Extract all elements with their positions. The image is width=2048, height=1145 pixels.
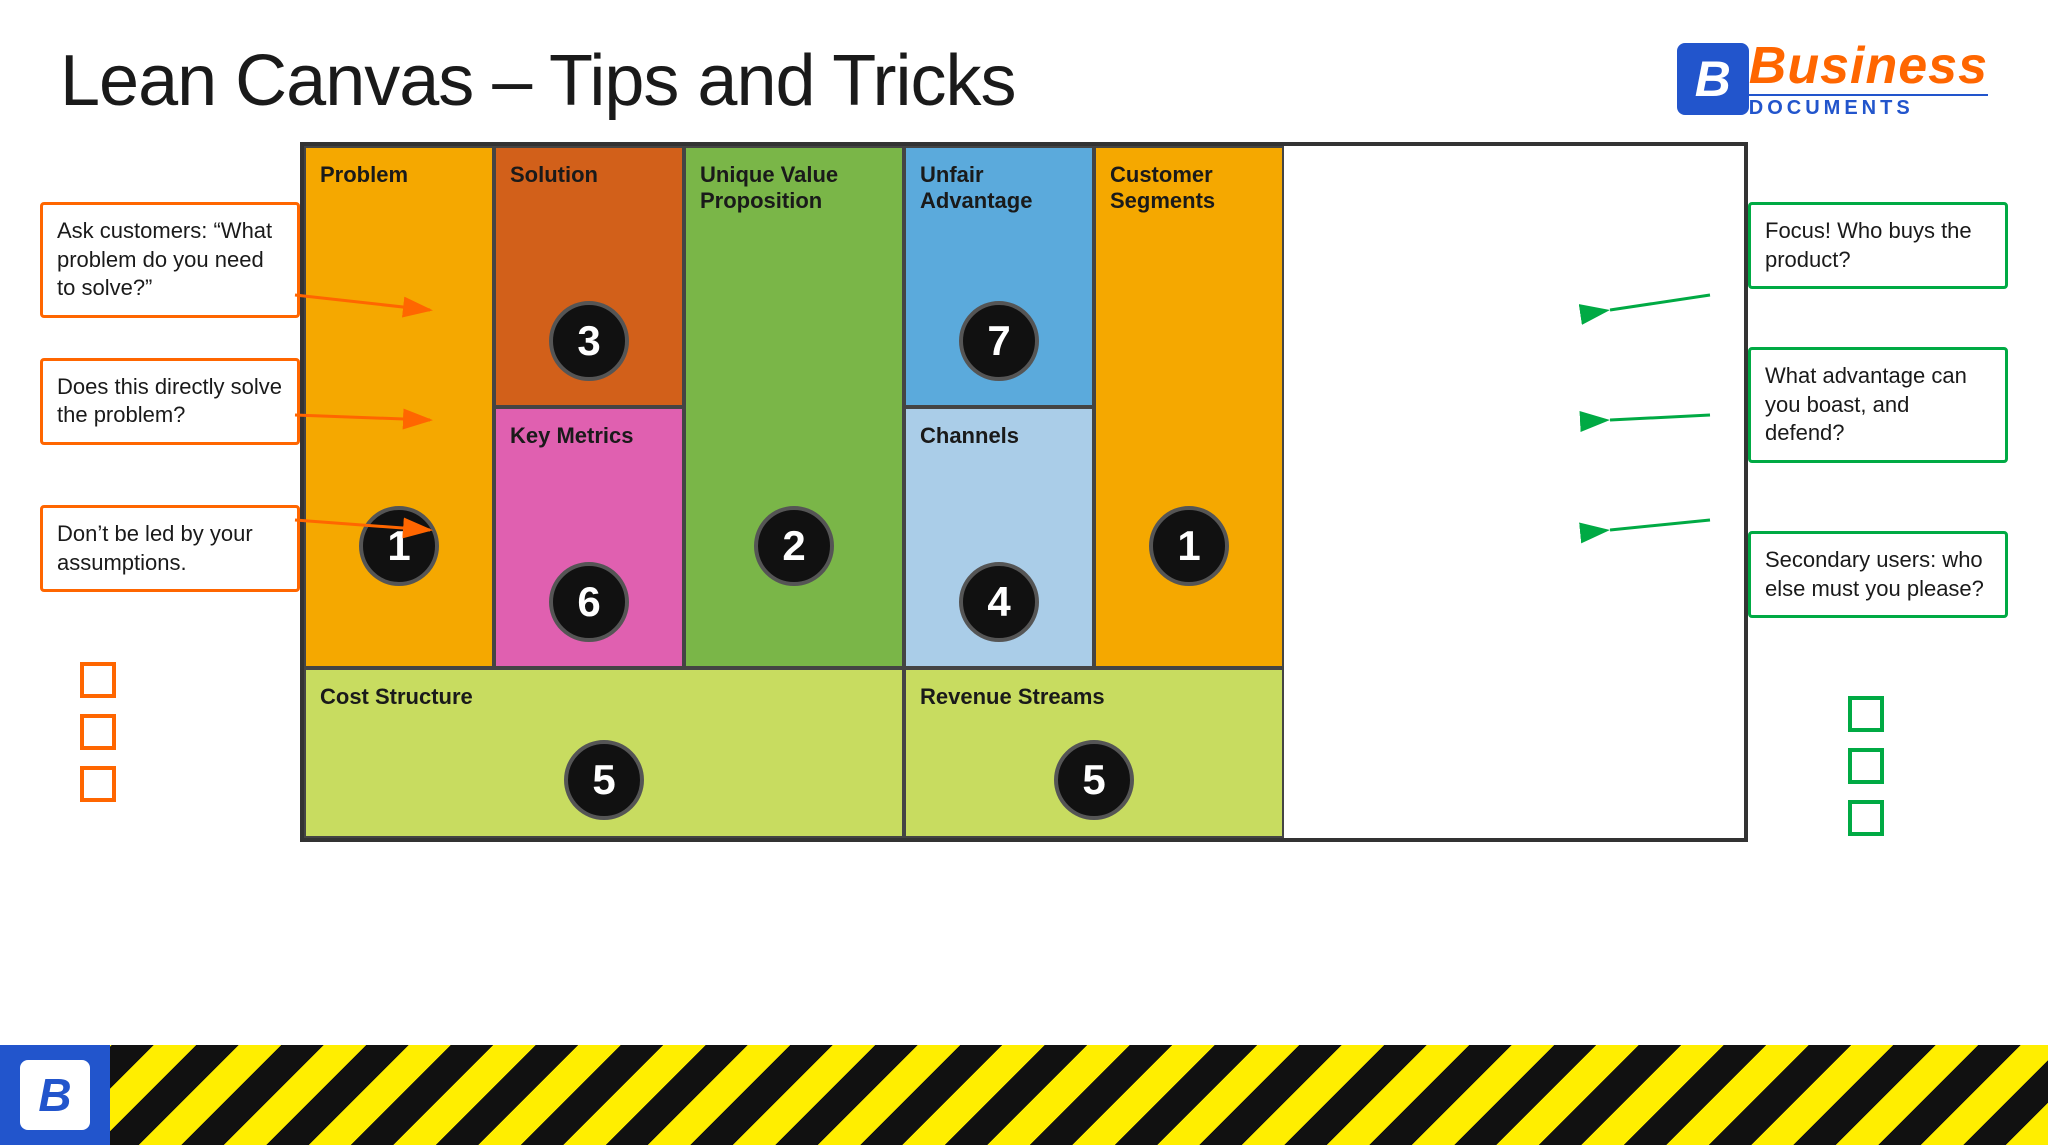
number-revenue: 5 [1054, 740, 1134, 820]
logo: B Business DOCUMENTS [1677, 40, 1988, 118]
checkbox-left-2[interactable] [80, 714, 116, 750]
footer-logo: B [0, 1045, 110, 1145]
number-channels: 4 [959, 562, 1039, 642]
canvas-container: Problem 1 Solution 3 Unique Value Propos… [300, 142, 1748, 842]
annotation-left-3: Don’t be led by your assumptions. [40, 505, 300, 592]
main-content: Ask customers: “What problem do you need… [0, 142, 2048, 842]
cell-unfair: Unfair Advantage 7 [904, 146, 1094, 407]
page-title: Lean Canvas – Tips and Tricks [60, 40, 1016, 122]
logo-b-icon: B [1677, 43, 1749, 115]
footer: B [0, 1045, 2048, 1145]
number-problem: 1 [359, 506, 439, 586]
logo-documents: DOCUMENTS [1749, 94, 1988, 118]
checkbox-left-3[interactable] [80, 766, 116, 802]
checkbox-right-2[interactable] [1848, 748, 1884, 784]
right-annotations: Focus! Who buys the product? What advant… [1748, 142, 2008, 842]
cell-cost: Cost Structure 5 [304, 668, 904, 838]
logo-text: Business DOCUMENTS [1749, 40, 1988, 118]
footer-stripes [110, 1045, 2048, 1145]
left-annotations: Ask customers: “What problem do you need… [40, 142, 300, 842]
header: Lean Canvas – Tips and Tricks B Business… [0, 0, 2048, 142]
canvas-grid: Problem 1 Solution 3 Unique Value Propos… [304, 146, 1744, 838]
annotation-left-2: Does this directly solve the problem? [40, 358, 300, 445]
cell-solution: Solution 3 [494, 146, 684, 407]
annotation-right-1: Focus! Who buys the product? [1748, 202, 2008, 289]
number-solution: 3 [549, 301, 629, 381]
cell-uvp: Unique Value Proposition 2 [684, 146, 904, 668]
number-unfair: 7 [959, 301, 1039, 381]
number-keymetrics: 6 [549, 562, 629, 642]
annotation-left-1: Ask customers: “What problem do you need… [40, 202, 300, 318]
cell-customer: Customer Segments 1 [1094, 146, 1284, 668]
annotation-right-3: Secondary users: who else must you pleas… [1748, 531, 2008, 618]
cell-problem: Problem 1 [304, 146, 494, 668]
cell-channels: Channels 4 [904, 407, 1094, 668]
cell-keymetrics: Key Metrics 6 [494, 407, 684, 668]
footer-b-icon: B [20, 1060, 90, 1130]
annotation-right-2: What advantage can you boast, and defend… [1748, 347, 2008, 463]
logo-business: Business [1749, 40, 1988, 92]
checkbox-left-1[interactable] [80, 662, 116, 698]
cell-revenue: Revenue Streams 5 [904, 668, 1284, 838]
checkbox-right-3[interactable] [1848, 800, 1884, 836]
checkbox-right-1[interactable] [1848, 696, 1884, 732]
number-uvp: 2 [754, 506, 834, 586]
number-customer: 1 [1149, 506, 1229, 586]
number-cost: 5 [564, 740, 644, 820]
